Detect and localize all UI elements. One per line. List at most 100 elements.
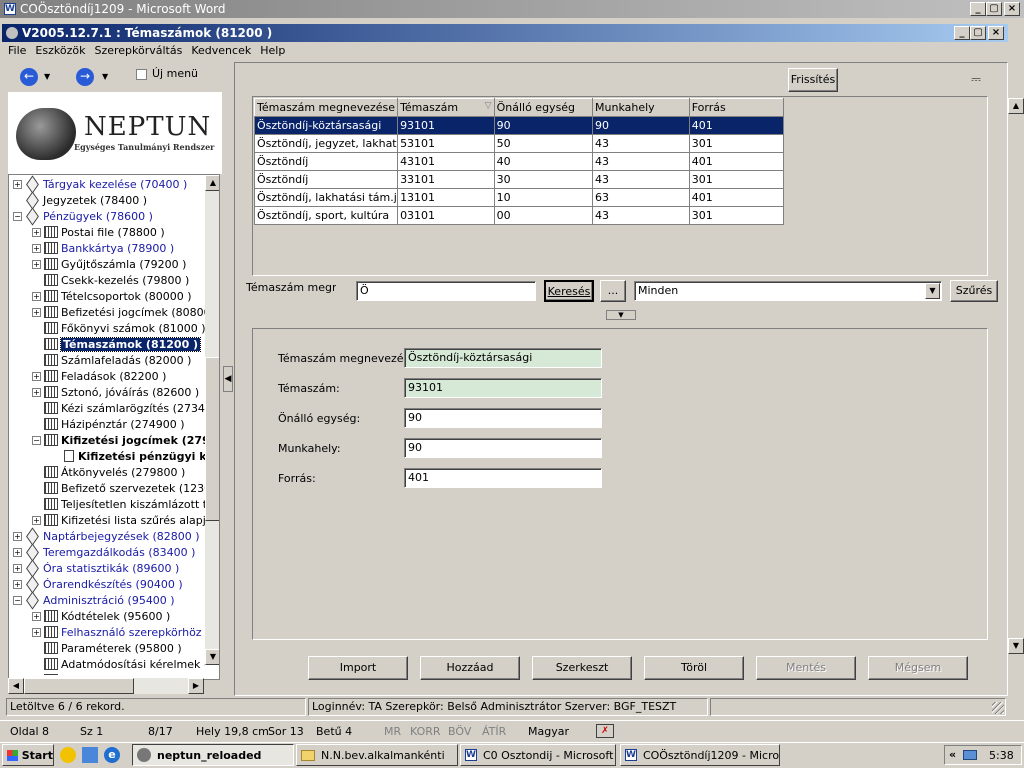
new-menu-checkbox[interactable] — [136, 69, 147, 80]
menu-file[interactable]: File — [8, 44, 26, 60]
tree-item[interactable]: Befizető szervezetek (12300 — [9, 480, 205, 496]
tree-item[interactable]: Átkönyvelés (279800 ) — [9, 464, 185, 480]
tree-horizontal-scrollbar[interactable]: ◀ ▶ — [8, 678, 204, 694]
spelling-status-icon[interactable]: ✗ — [596, 724, 614, 738]
tree-item[interactable]: + Kifizetési lista szűrés alapján — [9, 512, 205, 528]
expand-icon[interactable]: + — [32, 259, 41, 269]
expand-icon[interactable]: + — [13, 531, 22, 541]
expand-icon[interactable]: + — [13, 547, 22, 557]
quicklaunch-ie-icon[interactable]: e — [104, 747, 120, 763]
input-topic-name[interactable]: Ösztöndíj-köztársasági — [404, 348, 602, 368]
input-source[interactable]: 401 — [404, 468, 602, 488]
menu-tools[interactable]: Eszközök — [35, 44, 85, 60]
input-topic-number[interactable]: 93101 — [404, 378, 602, 398]
tree-item[interactable]: + Tárgyak kezelése (70400 ) — [9, 175, 187, 194]
tree-item[interactable]: + Óra statisztikák (89600 ) — [9, 558, 179, 578]
menu-tree[interactable]: + Tárgyak kezelése (70400 ) Jegyzetek (784… — [8, 174, 220, 680]
table-row[interactable]: Ösztöndíj, sport, kultúra 03101 00 43 301 — [253, 206, 785, 225]
expand-icon[interactable]: + — [32, 611, 41, 621]
menu-role-switch[interactable]: Szerepkörváltás — [94, 44, 182, 60]
tree-item[interactable]: Főkönyvi számok (81000 ) — [9, 320, 205, 336]
table-row[interactable]: Ösztöndíj-köztársasági 93101 90 90 401 — [253, 116, 785, 135]
search-input[interactable]: Ö — [356, 281, 536, 301]
word-scroll-up-button[interactable]: ▲ — [1008, 98, 1024, 114]
col-header-unit[interactable]: Önálló egység — [493, 98, 594, 117]
tree-item[interactable]: Csekk-kezelés (79800 ) — [9, 272, 189, 288]
tree-item[interactable]: Kézi számlarögzítés (273400 — [9, 400, 205, 416]
back-dropdown-icon[interactable]: ▼ — [44, 72, 50, 81]
tree-item[interactable]: Jegyzetek (78400 ) — [9, 190, 147, 210]
expand-icon[interactable]: + — [13, 563, 22, 573]
tree-item[interactable]: + Feladások (82200 ) — [9, 368, 166, 384]
task-word-c0[interactable]: W C0 Osztondij - Microsoft ... — [460, 744, 616, 766]
col-header-name[interactable]: Témaszám megnevezése — [253, 98, 399, 117]
start-button[interactable]: Start — [2, 744, 54, 766]
word-scroll-down-button[interactable]: ▼ — [1008, 638, 1024, 654]
tree-item[interactable]: + Naptárbejegyzések (82800 ) — [9, 526, 200, 546]
expand-icon[interactable]: + — [32, 627, 41, 637]
tree-hscroll-thumb[interactable] — [24, 678, 134, 694]
back-button[interactable]: ← — [20, 68, 38, 86]
col-header-source[interactable]: Forrás — [688, 98, 785, 117]
tray-expand-icon[interactable]: « — [949, 748, 956, 761]
app-close-button[interactable]: × — [988, 26, 1004, 40]
expand-icon[interactable]: + — [32, 307, 41, 317]
tray-network-icon[interactable] — [963, 750, 977, 760]
tree-item[interactable]: + Felhasználó szerepkörhöz re — [9, 624, 205, 640]
word-minimize-button[interactable]: _ — [970, 2, 986, 16]
table-row[interactable]: Ösztöndíj, lakhatási tám.jeg 13101 10 63 401 — [253, 188, 785, 207]
tree-item[interactable]: + Gyűjtőszámla (79200 ) — [9, 256, 186, 272]
tree-scroll-up-button[interactable]: ▲ — [205, 175, 219, 191]
word-vertical-scrollbar[interactable] — [1008, 38, 1024, 702]
filter-select[interactable]: Minden ▼ — [634, 281, 942, 301]
tree-item[interactable]: Adatmódosítási kérelmek (96 — [9, 656, 205, 672]
expand-icon[interactable]: + — [13, 579, 22, 589]
tree-item[interactable]: + Bankkártya (78900 ) — [9, 240, 174, 256]
tree-item[interactable]: Számlafeladás (82000 ) — [9, 352, 191, 368]
tree-item[interactable]: − Kifizetési jogcímek (279 — [9, 432, 205, 448]
tree-item[interactable]: + Befizetési jogcímek (80800 ) — [9, 304, 205, 320]
task-word-coo[interactable]: W COÖsztöndíj1209 - Micro... — [620, 744, 780, 766]
save-button[interactable]: Mentés — [756, 656, 856, 680]
cancel-button[interactable]: Mégsem — [868, 656, 968, 680]
tree-scroll-down-button[interactable]: ▼ — [205, 649, 219, 665]
tree-scroll-thumb[interactable] — [205, 357, 219, 521]
tree-item[interactable]: Teljesítetlen kiszámlázott téte — [9, 496, 205, 512]
tree-item[interactable]: Paraméterek (95800 ) — [9, 640, 182, 656]
tree-scroll-left-button[interactable]: ◀ — [8, 678, 24, 694]
task-folder[interactable]: N.N.bev.alkalmankénti — [296, 744, 458, 766]
tree-item[interactable]: Házipénztár (274900 ) — [9, 416, 184, 432]
menu-favorites[interactable]: Kedvencek — [191, 44, 251, 60]
quicklaunch-desktop-icon[interactable] — [82, 747, 98, 763]
filter-button[interactable]: Szűrés — [950, 280, 998, 302]
collapse-icon[interactable]: − — [13, 211, 22, 221]
expand-icon[interactable]: + — [32, 371, 41, 381]
tree-scroll-right-button[interactable]: ▶ — [188, 678, 204, 694]
input-unit[interactable]: 90 — [404, 408, 602, 428]
word-maximize-button[interactable]: ▢ — [986, 2, 1002, 16]
expand-icon[interactable]: + — [32, 227, 41, 237]
pin-icon[interactable]: ⎓ — [968, 72, 984, 86]
quicklaunch-outlook-icon[interactable] — [60, 747, 76, 763]
expand-icon[interactable]: + — [32, 515, 41, 525]
tree-item[interactable]: + Postai file (78800 ) — [9, 224, 165, 240]
menu-help[interactable]: Help — [260, 44, 285, 60]
delete-button[interactable]: Töröl — [644, 656, 744, 680]
app-maximize-button[interactable]: ▢ — [970, 26, 986, 40]
expand-icon[interactable]: + — [32, 243, 41, 253]
tree-item[interactable]: Témaszámok (81200 ) — [9, 336, 202, 352]
search-button[interactable]: Keresés — [544, 280, 594, 302]
col-header-number[interactable]: Témaszám ▽ — [397, 98, 495, 117]
edit-button[interactable]: Szerkeszt — [532, 656, 632, 680]
expand-icon[interactable]: + — [32, 387, 41, 397]
table-row[interactable]: Ösztöndíj 33101 30 43 301 — [253, 170, 785, 189]
expand-icon[interactable]: + — [13, 179, 22, 189]
tree-item[interactable]: + Sztonó, jóváírás (82600 ) — [9, 384, 199, 400]
table-row[interactable]: Ösztöndíj, jegyzet, lakhatá 53101 50 43 301 — [253, 134, 785, 153]
expand-icon[interactable]: + — [32, 291, 41, 301]
more-options-button[interactable]: ... — [600, 280, 626, 302]
input-workplace[interactable]: 90 — [404, 438, 602, 458]
tree-item[interactable]: − Adminisztráció (95400 ) — [9, 590, 175, 610]
tree-item[interactable]: Címmódosítási kérelmek (96 — [9, 672, 205, 675]
tree-item[interactable]: − Pénzügyek (78600 ) — [9, 206, 153, 226]
